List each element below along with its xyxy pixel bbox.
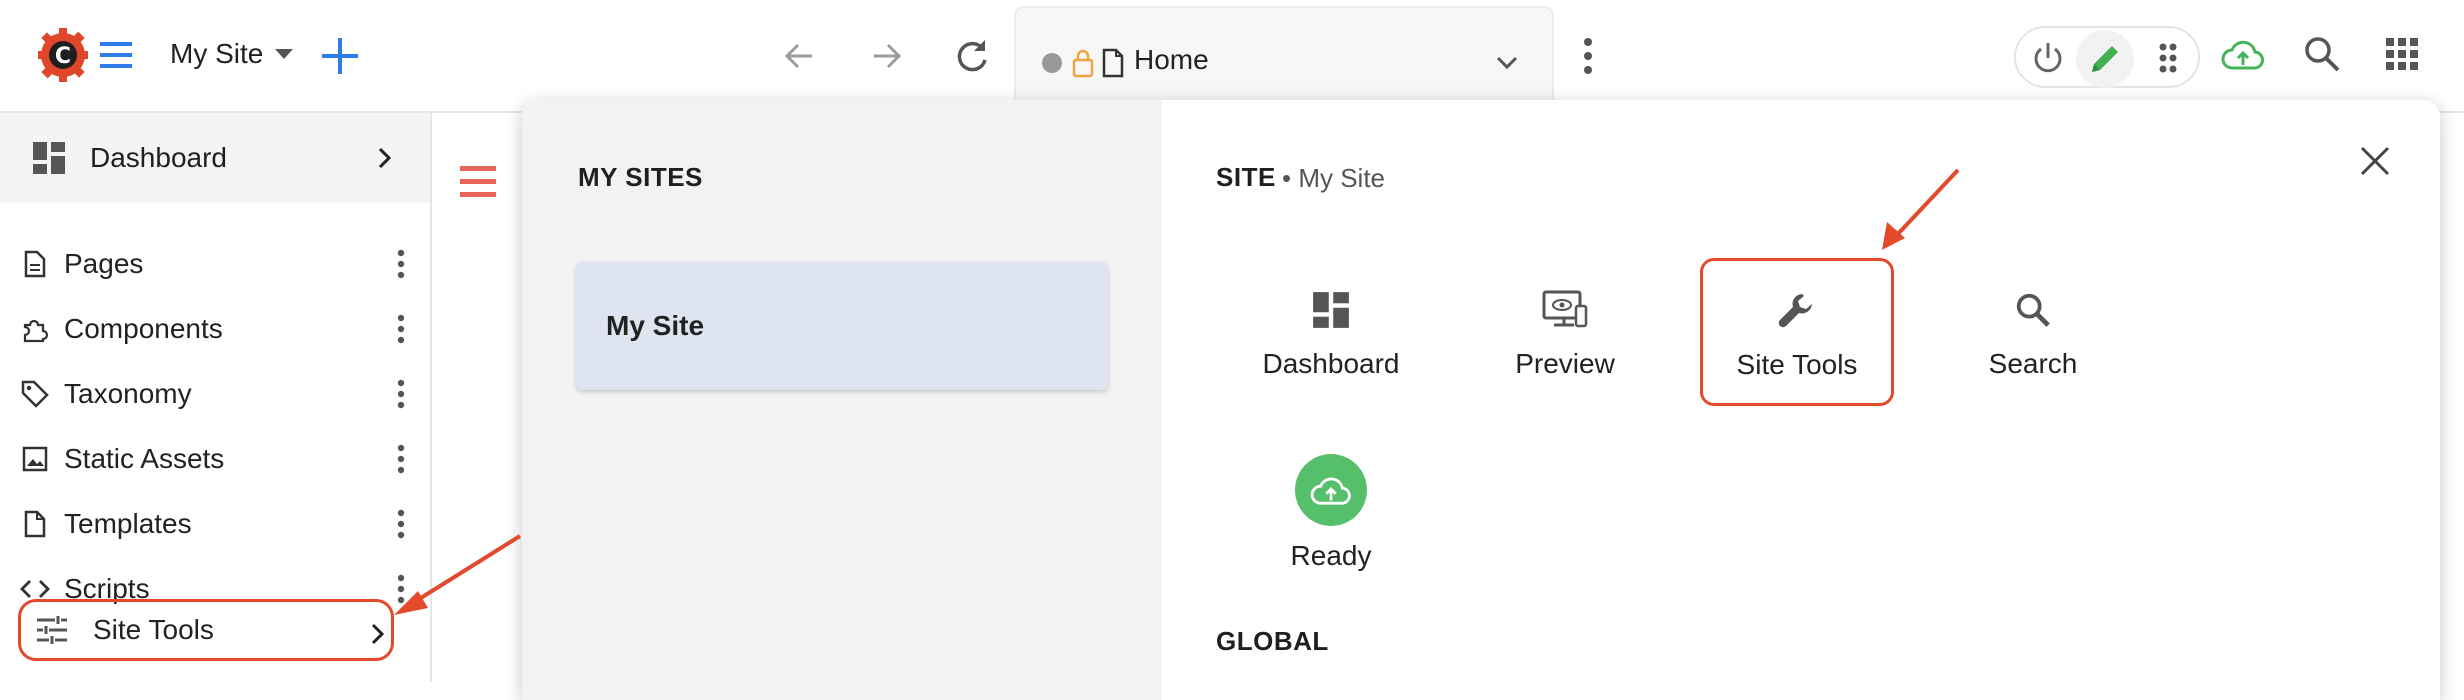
power-icon[interactable]: [2030, 40, 2066, 76]
page-icon: [1102, 48, 1124, 78]
toolbar-toggle-group: [2014, 26, 2200, 88]
tag-icon: [20, 379, 50, 409]
lock-icon: [1072, 48, 1094, 78]
sidebar-item-label: Taxonomy: [64, 378, 192, 409]
kebab-icon[interactable]: [396, 444, 406, 474]
my-sites-panel: MY SITES My Site: [522, 100, 1162, 700]
site-card[interactable]: My Site: [576, 262, 1108, 390]
sidebar-item-label: Static Assets: [64, 443, 225, 474]
preview-icon: [1542, 286, 1588, 334]
tile-search[interactable]: Search: [1936, 260, 2130, 408]
sidebar-item-templates[interactable]: Templates: [0, 493, 430, 555]
plus-icon[interactable]: [318, 34, 362, 78]
tile-label: Ready: [1290, 540, 1372, 571]
sidebar-item-label: Dashboard: [90, 142, 227, 173]
status-dot: [1042, 53, 1062, 73]
dashboard-icon: [32, 141, 66, 175]
site-section-subtitle: • My Site: [1282, 163, 1386, 193]
sidebar-item-pages[interactable]: Pages: [0, 233, 430, 295]
site-card-name: My Site: [606, 310, 705, 341]
kebab-icon[interactable]: [396, 574, 406, 604]
site-switcher[interactable]: My Site: [170, 34, 294, 74]
tile-site-tools[interactable]: Site Tools: [1700, 258, 1894, 406]
page-icon: [20, 510, 50, 538]
sidebar-item-static-assets[interactable]: Static Assets: [0, 428, 430, 490]
menu-icon[interactable]: [98, 38, 134, 72]
kebab-icon[interactable]: [396, 314, 406, 344]
kebab-icon[interactable]: [396, 509, 406, 539]
sidebar-item-label: Templates: [64, 508, 192, 539]
top-bar: C My Site Home: [0, 0, 2464, 113]
tile-ready[interactable]: Ready: [1234, 440, 1428, 610]
sliders-icon: [35, 615, 69, 645]
reload-icon[interactable]: [950, 34, 994, 78]
cloud-upload-icon[interactable]: [2220, 32, 2266, 78]
sidebar-item-site-tools[interactable]: Site Tools: [18, 599, 394, 661]
sidebar-item-label: Site Tools: [93, 614, 214, 645]
drag-icon[interactable]: [2156, 40, 2180, 76]
forward-icon[interactable]: [864, 34, 908, 78]
caret-down-icon: [275, 49, 294, 59]
puzzle-icon: [20, 315, 50, 343]
back-icon[interactable]: [778, 34, 822, 78]
address-text: Home: [1134, 44, 1209, 75]
address-bar[interactable]: Home: [1014, 6, 1554, 106]
sidebar: Dashboard Pages Components Taxonomy Stat…: [0, 113, 432, 682]
site-switcher-label: My Site: [170, 38, 264, 69]
sidebar-item-components[interactable]: Components: [0, 298, 430, 360]
chevron-right-icon: [369, 622, 385, 646]
sidebar-item-label: Pages: [64, 248, 144, 279]
wrench-icon: [1776, 287, 1818, 335]
tile-label: Search: [1988, 348, 2078, 379]
image-icon: [20, 446, 50, 472]
sidebar-item-label: Components: [64, 313, 223, 344]
sidebar-item-dashboard[interactable]: Dashboard: [0, 113, 430, 203]
tile-label: Dashboard: [1262, 348, 1400, 379]
my-sites-title: MY SITES: [578, 162, 703, 192]
global-section-title: GLOBAL: [1216, 626, 1329, 656]
crafter-logo[interactable]: C: [36, 26, 90, 84]
search-icon[interactable]: [2302, 34, 2342, 74]
svg-text:C: C: [55, 44, 71, 69]
search-icon: [2014, 286, 2052, 334]
chevron-down-icon[interactable]: [1492, 50, 1522, 74]
kebab-icon[interactable]: [396, 249, 406, 279]
tile-dashboard[interactable]: Dashboard: [1234, 260, 1428, 408]
launcher-popover: MY SITES My Site SITE • My Site Dashboar…: [522, 100, 2440, 700]
tile-label: Site Tools: [1736, 349, 1858, 380]
menu-icon[interactable]: [458, 164, 498, 200]
close-icon[interactable]: [2358, 144, 2392, 178]
pencil-icon[interactable]: [2076, 30, 2134, 88]
kebab-icon[interactable]: [396, 379, 406, 409]
cloud-upload-icon: [1295, 454, 1367, 526]
tile-label: Preview: [1515, 348, 1615, 379]
page-icon: [20, 250, 50, 278]
apps-icon[interactable]: [2384, 36, 2420, 72]
tile-preview[interactable]: Preview: [1468, 260, 1662, 408]
sidebar-item-taxonomy[interactable]: Taxonomy: [0, 363, 430, 425]
kebab-icon[interactable]: [1582, 36, 1594, 76]
dashboard-icon: [1312, 286, 1350, 334]
site-section-title: SITE: [1216, 162, 1276, 192]
chevron-right-icon: [376, 146, 392, 170]
code-icon: [20, 578, 50, 600]
